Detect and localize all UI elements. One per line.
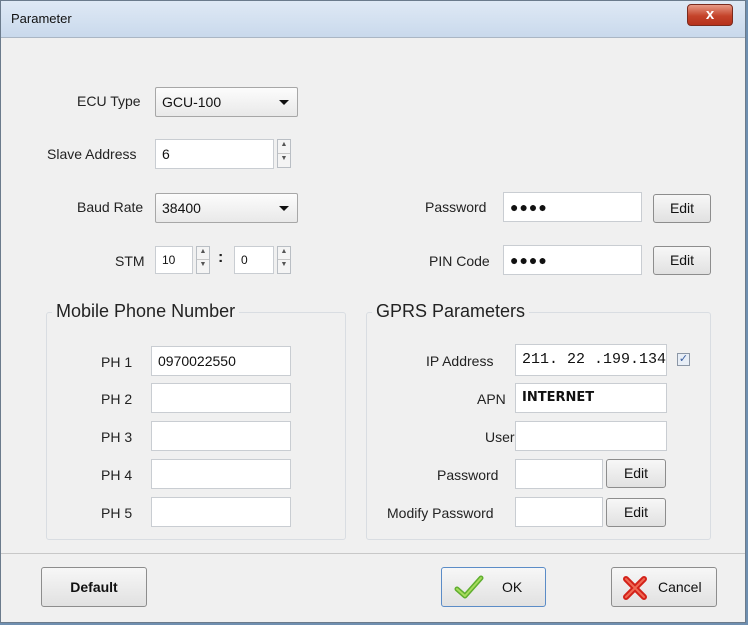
apn-label: APN [477, 391, 506, 407]
user-label: User [485, 429, 515, 445]
spin-up-icon[interactable]: ▲ [278, 140, 290, 154]
pin-code-field[interactable]: ●●●● [503, 245, 642, 275]
apn-input[interactable]: INTERNET [515, 383, 667, 413]
spin-up-icon[interactable]: ▲ [197, 247, 209, 260]
modify-password-edit-button[interactable]: Edit [606, 498, 666, 527]
red-x-icon [623, 576, 647, 600]
footer-separator [1, 553, 745, 554]
title-bar: Parameter x [1, 1, 745, 38]
password-label: Password [425, 199, 487, 215]
stm-input-2[interactable]: 0 [234, 246, 274, 274]
pin-code-label: PIN Code [429, 253, 490, 269]
spin-down-icon[interactable]: ▼ [278, 154, 290, 168]
slave-address-spinner[interactable]: ▲ ▼ [277, 139, 291, 168]
gprs-password-edit-button[interactable]: Edit [606, 459, 666, 488]
spin-up-icon[interactable]: ▲ [278, 247, 290, 260]
chevron-down-icon [279, 206, 289, 211]
ip-address-label: IP Address [426, 353, 494, 369]
stm-label: STM [115, 253, 145, 269]
slave-address-label: Slave Address [47, 146, 137, 162]
ph3-input[interactable] [151, 421, 291, 451]
ph3-label: PH 3 [101, 429, 133, 445]
gprs-password-field[interactable] [515, 459, 603, 489]
ok-label: OK [502, 579, 523, 595]
stm-spinner-2[interactable]: ▲ ▼ [277, 246, 291, 274]
ph1-input[interactable]: 0970022550 [151, 346, 291, 376]
ph2-label: PH 2 [101, 391, 133, 407]
ip-address-checkbox[interactable]: ✓ [677, 353, 690, 366]
cancel-button[interactable]: Cancel [611, 567, 717, 607]
checkmark-icon [454, 575, 484, 599]
default-button[interactable]: Default [41, 567, 147, 607]
ok-button[interactable]: OK [441, 567, 546, 607]
ph4-input[interactable] [151, 459, 291, 489]
stm-spinner-1[interactable]: ▲ ▼ [196, 246, 210, 274]
baud-rate-select[interactable]: 38400 [155, 193, 298, 223]
spin-down-icon[interactable]: ▼ [197, 260, 209, 273]
cancel-label: Cancel [658, 579, 702, 595]
baud-rate-label: Baud Rate [77, 199, 144, 215]
ecu-type-label: ECU Type [77, 93, 141, 109]
window-title: Parameter [11, 11, 72, 26]
ecu-type-value: GCU-100 [162, 94, 222, 110]
chevron-down-icon [279, 100, 289, 105]
ph5-input[interactable] [151, 497, 291, 527]
slave-address-input[interactable]: 6 [155, 139, 274, 169]
gprs-group-title: GPRS Parameters [372, 301, 530, 322]
password-edit-button[interactable]: Edit [653, 194, 711, 223]
pin-code-edit-button[interactable]: Edit [653, 246, 711, 275]
parameter-dialog: Parameter x ECU Type GCU-100 Slave Addre… [0, 0, 746, 623]
modify-password-label: Modify Password [387, 505, 494, 521]
user-input[interactable] [515, 421, 667, 451]
ph2-input[interactable] [151, 383, 291, 413]
mobile-phone-group-title: Mobile Phone Number [52, 301, 240, 322]
ip-address-field[interactable]: 211. 22 .199.134 [515, 344, 667, 376]
close-button[interactable]: x [687, 4, 733, 26]
modify-password-field[interactable] [515, 497, 603, 527]
ph1-label: PH 1 [101, 354, 133, 370]
stm-input-1[interactable]: 10 [155, 246, 193, 274]
ph4-label: PH 4 [101, 467, 133, 483]
baud-rate-value: 38400 [162, 200, 201, 216]
spin-down-icon[interactable]: ▼ [278, 260, 290, 273]
password-field[interactable]: ●●●● [503, 192, 642, 222]
stm-separator: : [218, 249, 224, 266]
ecu-type-select[interactable]: GCU-100 [155, 87, 298, 117]
gprs-password-label: Password [437, 467, 499, 483]
ph5-label: PH 5 [101, 505, 133, 521]
